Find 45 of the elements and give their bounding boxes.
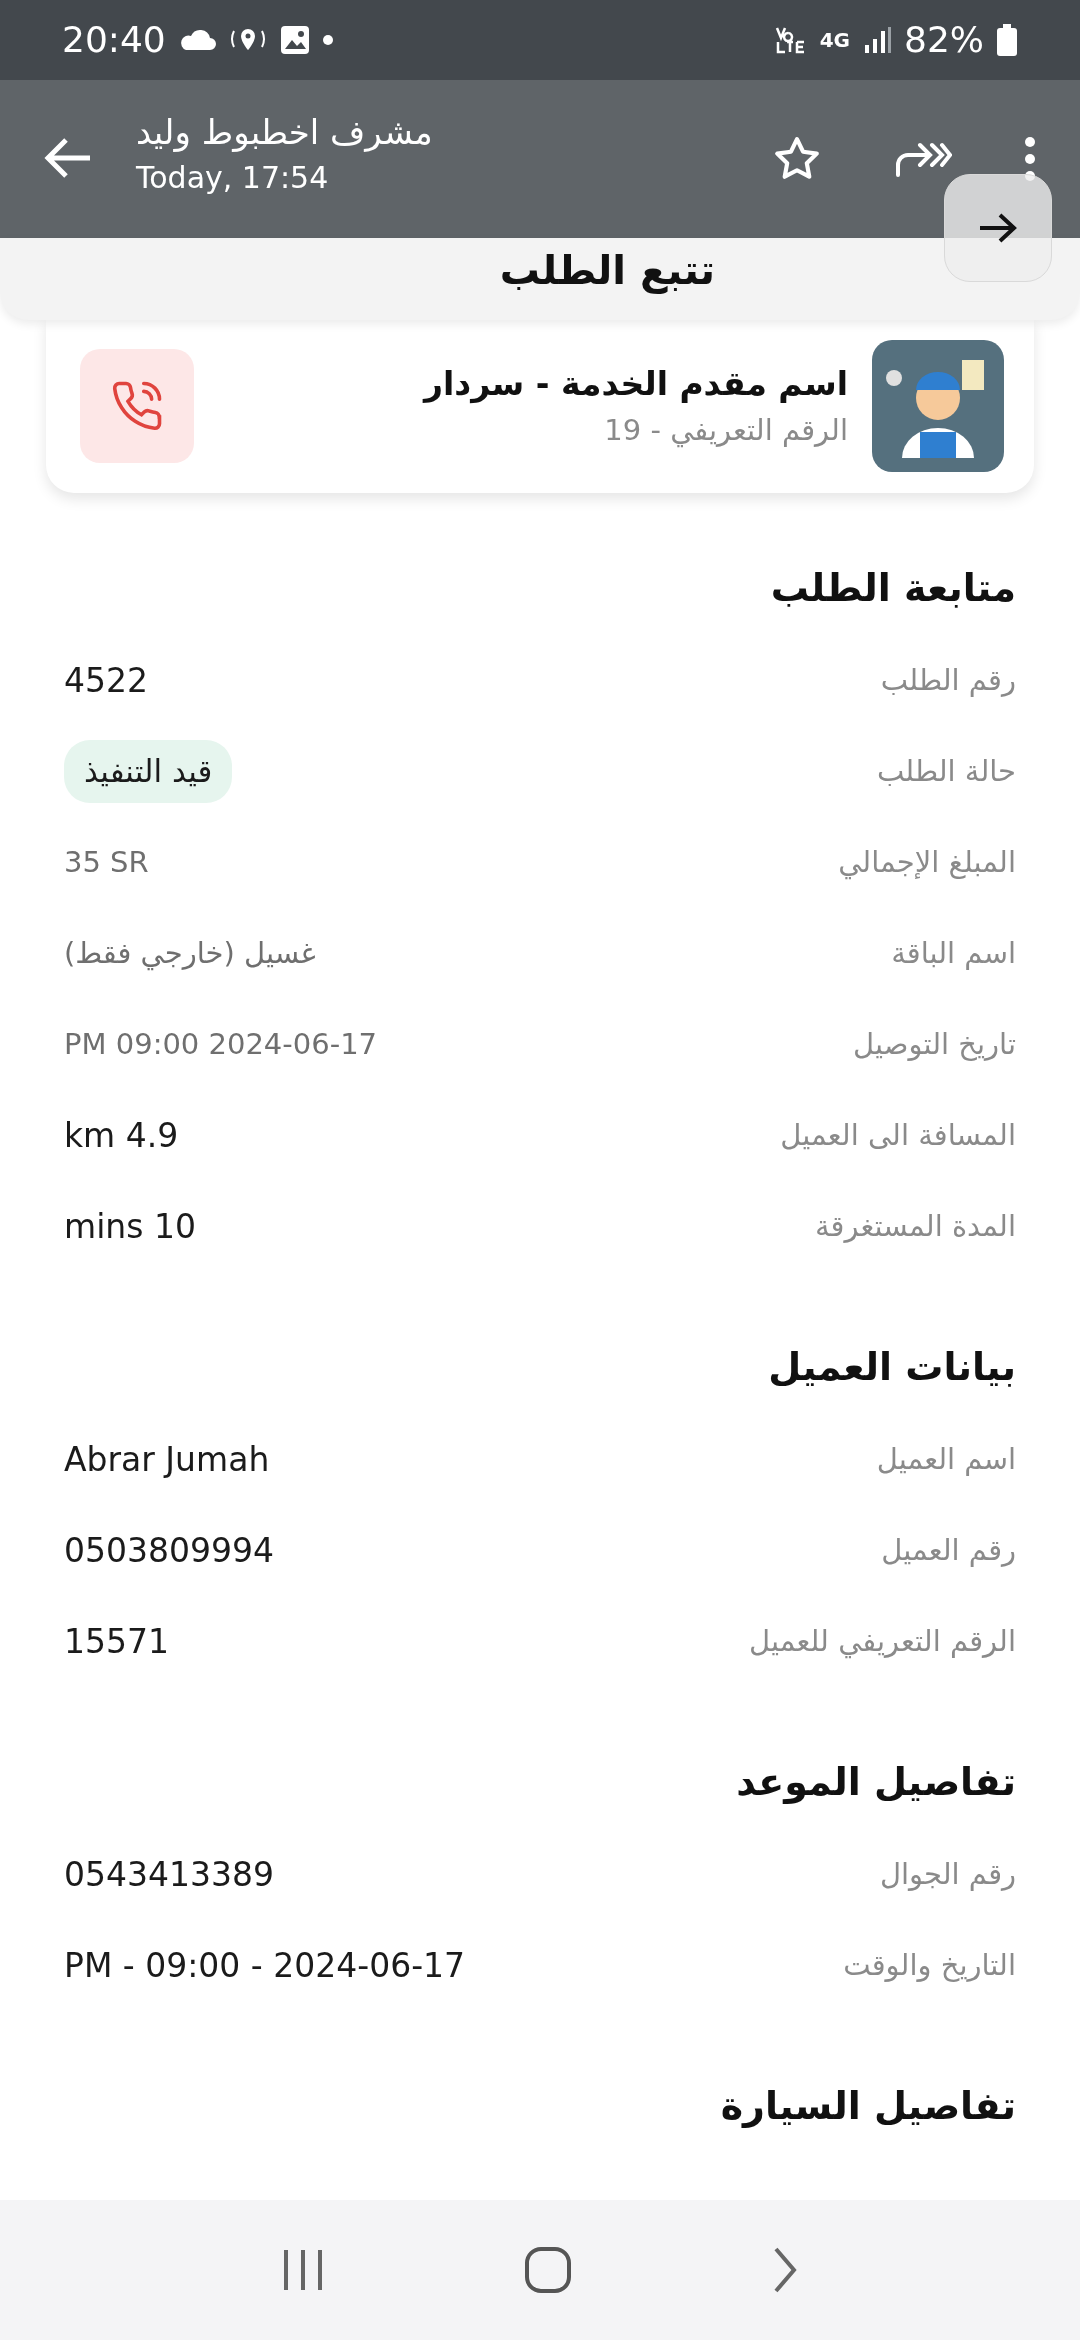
field-label: اسم الباقة — [891, 934, 1016, 972]
provider-id: الرقم التعريفي - 19 — [603, 411, 848, 450]
field-value: 4522 — [64, 659, 148, 702]
clock-time: 20:40 — [62, 18, 166, 62]
battery-percent: 82% — [904, 18, 984, 62]
chat-title: مشرف اخطبوط وليد — [136, 111, 433, 154]
field-label: التاريخ والوقت — [843, 1946, 1016, 1984]
battery-icon — [996, 24, 1018, 56]
provider-name: اسم مقدم الخدمة - سردار — [424, 363, 848, 406]
field-value: mins 10 — [64, 1205, 196, 1248]
field-label: الرقم التعريفي للعميل — [749, 1622, 1016, 1661]
network-type: 4G — [819, 30, 850, 50]
call-button[interactable] — [80, 348, 194, 463]
dot-icon — [321, 34, 334, 46]
field-value: 0503809994 — [64, 1529, 274, 1572]
section-title: متابعة الطلب — [770, 565, 1016, 612]
field-label: رقم الطلب — [880, 661, 1016, 699]
field-value: km 4.9 — [64, 1114, 179, 1157]
field-label: رقم العميل — [881, 1531, 1016, 1569]
field-value: PM - 09:00 - 2024-06-17 — [64, 1944, 466, 1987]
field-value: غسيل (خارجي فقط) — [64, 934, 316, 973]
field-value: 35 SR — [64, 843, 149, 881]
field-label: حالة الطلب — [876, 752, 1016, 790]
forward-button[interactable] — [944, 174, 1052, 282]
field-label: المدة المستغرقة — [815, 1207, 1016, 1245]
section-title: تفاصيل الموعد — [736, 1759, 1016, 1806]
status-badge: قيد التنفيذ — [64, 740, 233, 803]
chat-subtitle: Today, 17:54 — [136, 159, 330, 197]
section-title: بيانات العميل — [768, 1344, 1016, 1391]
home-icon[interactable] — [523, 2245, 573, 2295]
image-icon — [279, 25, 310, 55]
field-label: المسافة الى العميل — [780, 1116, 1016, 1154]
back-arrow-icon[interactable] — [44, 136, 92, 180]
field-label: اسم العميل — [876, 1440, 1016, 1478]
field-label: تاريخ التوصيل — [853, 1025, 1016, 1063]
field-label: رقم الجوال — [879, 1855, 1016, 1893]
field-label: المبلغ الإجمالي — [838, 843, 1016, 882]
field-value: PM 09:00 2024-06-17 — [64, 1025, 378, 1063]
forward-arrow-icon — [978, 212, 1018, 244]
section-title: تفاصيل السيارة — [720, 2083, 1016, 2130]
field-value: 15571 — [64, 1620, 169, 1663]
signal-icon — [862, 25, 892, 55]
field-value: 0543413389 — [64, 1853, 274, 1896]
sheet-title: تتبع الطلب — [499, 246, 715, 296]
field-value: Abrar Jumah — [64, 1438, 270, 1481]
